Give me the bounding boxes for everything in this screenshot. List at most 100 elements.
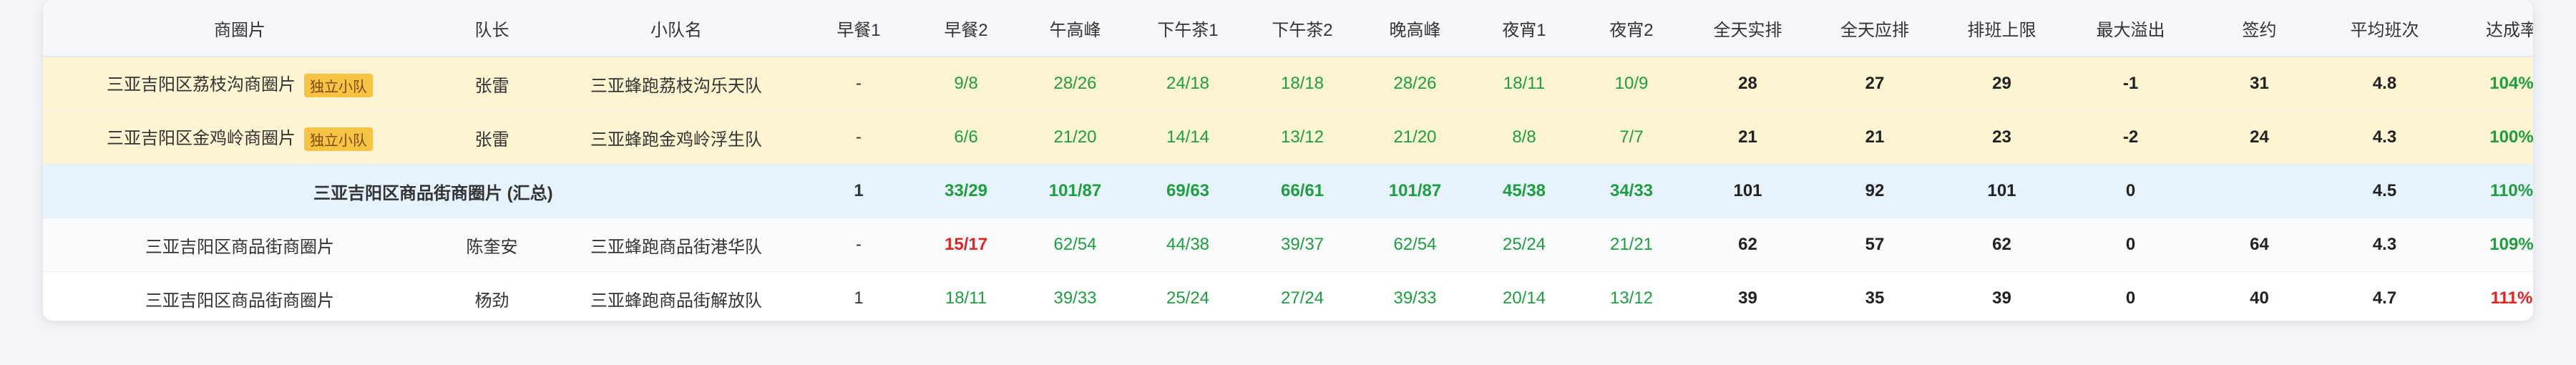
table-row[interactable]: 三亚吉阳区金鸡岭商圈片 独立小队 张雷 三亚蜂跑金鸡岭浮生队 - 6/6 21/2… [43, 110, 2533, 165]
required-cell: 92 [1810, 164, 1939, 218]
team-cell: 三亚蜂跑荔枝沟乐天队 [547, 57, 805, 111]
rate-cell: 109% [2447, 218, 2533, 272]
table-row[interactable]: 三亚吉阳区商品街商圈片 杨劲 三亚蜂跑商品街解放队 1 18/11 39/33 … [43, 271, 2533, 321]
rate-cell: 110% [2447, 164, 2533, 218]
col-header-night2[interactable]: 夜宵2 [1578, 0, 1685, 57]
independent-team-badge: 独立小队 [304, 127, 373, 152]
schedule-table: 商圈片 队长 小队名 早餐1 早餐2 午高峰 下午茶1 下午茶2 晚高峰 夜宵1… [43, 0, 2533, 321]
limit-cell: 101 [1939, 164, 2064, 218]
col-header-tea2[interactable]: 下午茶2 [1245, 0, 1360, 57]
col-header-avg-shifts[interactable]: 平均班次 [2322, 0, 2447, 57]
table-header-row: 商圈片 队长 小队名 早餐1 早餐2 午高峰 下午茶1 下午茶2 晚高峰 夜宵1… [43, 0, 2533, 57]
breakfast1-cell: - [805, 57, 912, 111]
col-header-actual[interactable]: 全天实排 [1685, 0, 1810, 57]
night1-cell: 20/14 [1470, 271, 1578, 321]
overflow-cell: -2 [2064, 110, 2197, 165]
dinner-cell: 39/33 [1360, 271, 1470, 321]
night2-cell: 7/7 [1578, 110, 1685, 165]
tea2-cell: 18/18 [1245, 57, 1360, 111]
overflow-cell: -1 [2064, 57, 2197, 111]
signed-cell: 64 [2197, 218, 2322, 272]
breakfast2-cell: 9/8 [912, 57, 1020, 111]
breakfast1-cell: - [805, 110, 912, 165]
area-cell: 三亚吉阳区商品街商圈片 [43, 271, 436, 321]
summary-row[interactable]: 三亚吉阳区商品街商圈片 (汇总) 1 33/29 101/87 69/63 66… [43, 164, 2533, 218]
col-header-breakfast2[interactable]: 早餐2 [912, 0, 1020, 57]
col-header-lunch-peak[interactable]: 午高峰 [1020, 0, 1131, 57]
required-cell: 57 [1810, 218, 1939, 272]
lunch-cell: 101/87 [1020, 164, 1131, 218]
tea1-cell: 44/38 [1131, 218, 1245, 272]
area-cell: 三亚吉阳区荔枝沟商圈片 独立小队 [43, 57, 436, 111]
limit-cell: 39 [1939, 271, 2064, 321]
col-header-overflow[interactable]: 最大溢出 [2064, 0, 2197, 57]
tea2-cell: 13/12 [1245, 110, 1360, 165]
required-cell: 27 [1810, 57, 1939, 111]
col-header-captain[interactable]: 队长 [436, 0, 547, 57]
limit-cell: 23 [1939, 110, 2064, 165]
col-header-breakfast1[interactable]: 早餐1 [805, 0, 912, 57]
rate-cell: 111% [2447, 271, 2533, 321]
col-header-area[interactable]: 商圈片 [43, 0, 436, 57]
table-row[interactable]: 三亚吉阳区荔枝沟商圈片 独立小队 张雷 三亚蜂跑荔枝沟乐天队 - 9/8 28/2… [43, 57, 2533, 111]
night2-cell: 21/21 [1578, 218, 1685, 272]
night2-cell: 13/12 [1578, 271, 1685, 321]
captain-cell: 陈奎安 [436, 218, 547, 272]
dinner-cell: 62/54 [1360, 218, 1470, 272]
dinner-cell: 28/26 [1360, 57, 1470, 111]
night1-cell: 45/38 [1470, 164, 1578, 218]
col-header-signed[interactable]: 签约 [2197, 0, 2322, 57]
signed-cell [2197, 164, 2322, 218]
area-cell: 三亚吉阳区商品街商圈片 [43, 218, 436, 272]
required-cell: 21 [1810, 110, 1939, 165]
breakfast2-cell: 6/6 [912, 110, 1020, 165]
tea2-cell: 39/37 [1245, 218, 1360, 272]
signed-cell: 31 [2197, 57, 2322, 111]
lunch-cell: 28/26 [1020, 57, 1131, 111]
tea2-cell: 27/24 [1245, 271, 1360, 321]
col-header-night1[interactable]: 夜宵1 [1470, 0, 1578, 57]
col-header-required[interactable]: 全天应排 [1810, 0, 1939, 57]
rate-cell: 100% [2447, 110, 2533, 165]
breakfast2-cell: 15/17 [912, 218, 1020, 272]
signed-cell: 40 [2197, 271, 2322, 321]
actual-cell: 39 [1685, 271, 1810, 321]
captain-cell: 张雷 [436, 57, 547, 111]
col-header-rate[interactable]: 达成率 [2447, 0, 2533, 57]
breakfast2-cell: 33/29 [912, 164, 1020, 218]
col-header-team[interactable]: 小队名 [547, 0, 805, 57]
captain-cell: 张雷 [436, 110, 547, 165]
avg-shifts-cell: 4.3 [2322, 110, 2447, 165]
avg-shifts-cell: 4.3 [2322, 218, 2447, 272]
overflow-cell: 0 [2064, 164, 2197, 218]
col-header-limit[interactable]: 排班上限 [1939, 0, 2064, 57]
lunch-cell: 62/54 [1020, 218, 1131, 272]
required-cell: 35 [1810, 271, 1939, 321]
avg-shifts-cell: 4.5 [2322, 164, 2447, 218]
limit-cell: 62 [1939, 218, 2064, 272]
table-row[interactable]: 三亚吉阳区商品街商圈片 陈奎安 三亚蜂跑商品街港华队 - 15/17 62/54… [43, 218, 2533, 272]
overflow-cell: 0 [2064, 271, 2197, 321]
lunch-cell: 39/33 [1020, 271, 1131, 321]
captain-cell: 杨劲 [436, 271, 547, 321]
breakfast1-cell: 1 [805, 164, 912, 218]
breakfast2-cell: 18/11 [912, 271, 1020, 321]
dinner-cell: 101/87 [1360, 164, 1470, 218]
night2-cell: 34/33 [1578, 164, 1685, 218]
tea1-cell: 24/18 [1131, 57, 1245, 111]
tea1-cell: 25/24 [1131, 271, 1245, 321]
team-cell: 三亚蜂跑商品街解放队 [547, 271, 805, 321]
lunch-cell: 21/20 [1020, 110, 1131, 165]
col-header-tea1[interactable]: 下午茶1 [1131, 0, 1245, 57]
summary-area-cell: 三亚吉阳区商品街商圈片 (汇总) [43, 164, 805, 218]
independent-team-badge: 独立小队 [304, 74, 373, 98]
actual-cell: 62 [1685, 218, 1810, 272]
team-cell: 三亚蜂跑商品街港华队 [547, 218, 805, 272]
overflow-cell: 0 [2064, 218, 2197, 272]
rate-cell: 104% [2447, 57, 2533, 111]
tea2-cell: 66/61 [1245, 164, 1360, 218]
actual-cell: 21 [1685, 110, 1810, 165]
breakfast1-cell: 1 [805, 271, 912, 321]
night1-cell: 8/8 [1470, 110, 1578, 165]
col-header-dinner-peak[interactable]: 晚高峰 [1360, 0, 1470, 57]
